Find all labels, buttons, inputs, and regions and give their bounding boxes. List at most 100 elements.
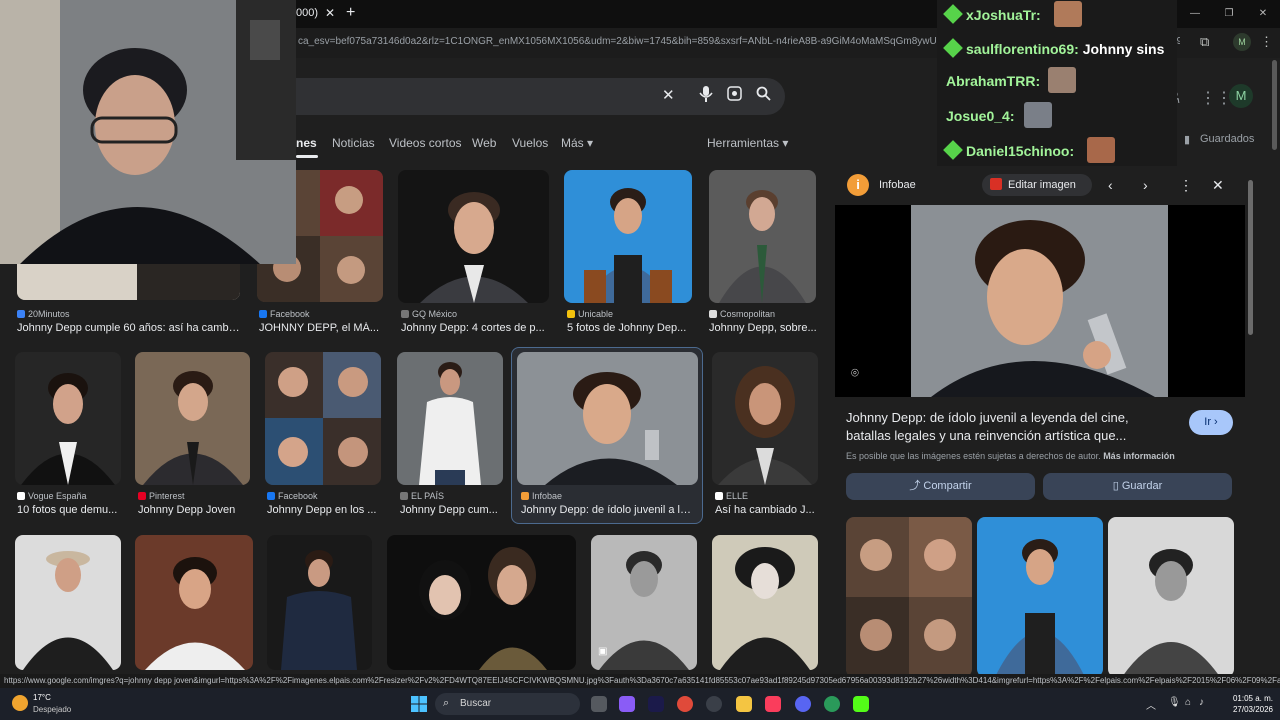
- image-result-thumbnail[interactable]: [709, 170, 816, 303]
- weather-description[interactable]: Despejado: [33, 705, 71, 714]
- close-tab-icon[interactable]: ✕: [325, 6, 335, 20]
- kick-icon[interactable]: [853, 696, 869, 712]
- visit-button[interactable]: Ir ›: [1189, 410, 1233, 435]
- discord-icon[interactable]: [795, 696, 811, 712]
- status-link-preview: https://www.google.com/imgres?q=johnny d…: [0, 674, 1280, 688]
- lens-search-icon[interactable]: ⌾: [851, 365, 859, 381]
- tab-web[interactable]: Web: [472, 136, 496, 150]
- related-image-thumbnail[interactable]: [1108, 517, 1234, 677]
- panel-source-name[interactable]: Infobae: [879, 179, 916, 191]
- result-caption[interactable]: Así ha cambiado J...: [715, 504, 818, 516]
- screen: 000) ✕ + — ❐ ✕ ca_esv=bef075a73146d0a2&r…: [0, 0, 1280, 720]
- next-image-icon[interactable]: ›: [1143, 177, 1148, 193]
- image-result-thumbnail[interactable]: [267, 535, 372, 670]
- source-favicon-icon: [17, 492, 25, 500]
- edit-image-button[interactable]: Editar imagen: [982, 174, 1092, 196]
- new-tab-icon[interactable]: +: [346, 4, 355, 22]
- result-caption[interactable]: JOHNNY DEPP, el MÁ...: [259, 322, 384, 334]
- result-caption[interactable]: Johnny Depp: de ídolo juvenil a le...: [521, 504, 695, 516]
- result-caption[interactable]: Johnny Depp Joven: [138, 504, 253, 516]
- share-button[interactable]: ⤴ Compartir: [846, 473, 1035, 500]
- image-result-thumbnail[interactable]: [135, 535, 253, 670]
- panel-scrollbar[interactable]: [1248, 180, 1253, 335]
- apple-music-icon[interactable]: [765, 696, 781, 712]
- chat-emote: [1048, 67, 1076, 93]
- result-source: Facebook: [259, 309, 310, 319]
- previous-image-icon[interactable]: ‹: [1108, 177, 1113, 193]
- saved-icon[interactable]: ▮: [1184, 133, 1190, 146]
- panel-title[interactable]: Johnny Depp: de ídolo juvenil a leyenda …: [846, 409, 1176, 445]
- saved-link[interactable]: Guardados: [1200, 133, 1254, 145]
- image-result-thumbnail[interactable]: [517, 352, 698, 485]
- windows-taskbar: [0, 688, 1280, 720]
- more-options-icon[interactable]: ⋮: [1179, 177, 1193, 194]
- premiere-icon[interactable]: [648, 696, 664, 712]
- result-caption[interactable]: 10 fotos que demu...: [17, 504, 127, 516]
- file-explorer-icon[interactable]: [736, 696, 752, 712]
- image-result-thumbnail[interactable]: [398, 170, 549, 303]
- task-view-icon[interactable]: [591, 696, 607, 712]
- facebook-icon: [259, 310, 267, 318]
- image-result-thumbnail[interactable]: [564, 170, 692, 303]
- tab-flights[interactable]: Vuelos: [512, 136, 548, 150]
- close-window-icon[interactable]: ✕: [1246, 0, 1280, 28]
- chrome-icon[interactable]: [677, 696, 693, 712]
- image-result-thumbnail[interactable]: [397, 352, 503, 485]
- extensions-icon[interactable]: ⧉: [1200, 34, 1209, 50]
- tab-news[interactable]: Noticias: [332, 136, 375, 150]
- clear-search-icon[interactable]: ✕: [662, 86, 675, 104]
- volume-icon[interactable]: ♪: [1199, 697, 1204, 708]
- microphone-tray-icon[interactable]: 🎙: [1168, 697, 1181, 708]
- image-result-thumbnail[interactable]: [15, 535, 121, 670]
- result-caption[interactable]: Johnny Depp: 4 cortes de p...: [401, 322, 551, 334]
- tab-images[interactable]: nes: [296, 136, 317, 150]
- page-scrollbar[interactable]: [1272, 60, 1277, 150]
- system-clock[interactable]: 01:05 a. m. 27/03/2026: [1213, 693, 1273, 715]
- browser-menu-icon[interactable]: ⋮: [1260, 34, 1273, 50]
- result-source: ELLE: [715, 491, 748, 501]
- save-button[interactable]: ▯ Guardar: [1043, 473, 1232, 500]
- related-image-thumbnail[interactable]: [846, 517, 972, 677]
- image-result-thumbnail[interactable]: [135, 352, 250, 485]
- network-icon[interactable]: ⌂: [1185, 697, 1191, 708]
- image-result-thumbnail[interactable]: [265, 352, 381, 485]
- weather-icon[interactable]: [12, 695, 28, 711]
- chrome-profile-icon[interactable]: [824, 696, 840, 712]
- image-result-thumbnail[interactable]: [387, 535, 576, 670]
- result-caption[interactable]: Johnny Depp en los ...: [267, 504, 383, 516]
- tab-more[interactable]: Más ▾: [561, 136, 593, 150]
- preview-image[interactable]: [835, 205, 1245, 397]
- source-favicon-icon: [17, 310, 25, 318]
- bookmark-icon: ▯: [1112, 480, 1119, 492]
- result-caption[interactable]: 5 fotos de Johnny Dep...: [567, 322, 692, 334]
- tab-short-videos[interactable]: Videos cortos: [389, 136, 462, 150]
- taskbar-search-box[interactable]: Buscar: [435, 693, 580, 715]
- result-caption[interactable]: Johnny Depp cum...: [400, 504, 507, 516]
- weather-temperature[interactable]: 17°C: [33, 693, 51, 702]
- windows-start-icon[interactable]: [411, 696, 427, 712]
- close-panel-icon[interactable]: ✕: [1212, 177, 1224, 194]
- more-info-link[interactable]: Más información: [1103, 451, 1175, 461]
- result-caption[interactable]: Johnny Depp, sobre...: [709, 322, 819, 334]
- result-caption[interactable]: Johnny Depp cumple 60 años: así ha cambi…: [17, 322, 242, 334]
- maximize-icon[interactable]: ❐: [1212, 0, 1246, 28]
- image-result-thumbnail[interactable]: [712, 352, 818, 485]
- result-source: Infobae: [521, 491, 562, 501]
- obs-icon[interactable]: [706, 696, 722, 712]
- apps-grid-icon[interactable]: ⋮⋮: [1200, 88, 1232, 108]
- minimize-icon[interactable]: —: [1178, 0, 1212, 28]
- account-avatar[interactable]: M: [1229, 84, 1253, 108]
- image-result-thumbnail[interactable]: [712, 535, 818, 670]
- copilot-icon[interactable]: [619, 696, 635, 712]
- microphone-icon[interactable]: [699, 86, 713, 106]
- source-favicon-icon: [401, 310, 409, 318]
- image-result-thumbnail[interactable]: [15, 352, 121, 485]
- lens-icon[interactable]: [727, 86, 742, 105]
- result-source: Cosmopolitan: [709, 309, 775, 319]
- related-image-thumbnail[interactable]: [977, 517, 1103, 677]
- tools-button[interactable]: Herramientas ▾: [707, 136, 788, 150]
- tray-chevron-icon[interactable]: ︿: [1146, 697, 1156, 712]
- chat-badge-icon: [943, 140, 963, 160]
- search-icon[interactable]: [756, 86, 771, 105]
- browser-profile-avatar[interactable]: M: [1233, 33, 1251, 51]
